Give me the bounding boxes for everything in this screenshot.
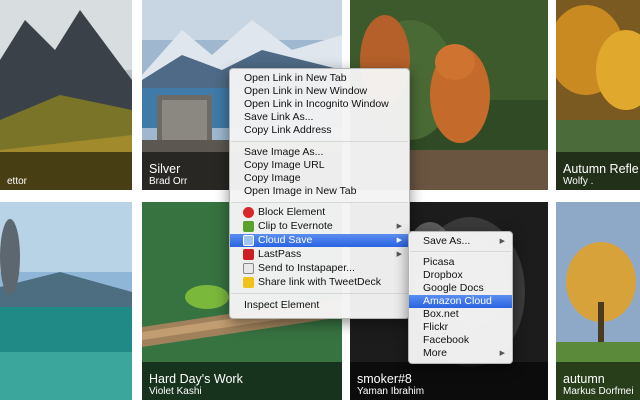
- service-picasa[interactable]: Picasa: [409, 256, 512, 269]
- save-link-as[interactable]: Save Link As...: [230, 111, 409, 124]
- service-facebook[interactable]: Facebook: [409, 334, 512, 347]
- save-as-label: Save As...: [423, 235, 471, 247]
- copy-image[interactable]: Copy Image: [230, 172, 409, 185]
- photo-tile[interactable]: [0, 202, 132, 400]
- save-as-item[interactable]: Save As... ▶: [409, 235, 512, 248]
- instapaper-icon: [243, 263, 254, 274]
- submenu-arrow-icon: ▶: [499, 350, 505, 357]
- tile-author: ettor: [7, 176, 28, 187]
- photo-tile[interactable]: Autumn Refle Wolfy .: [556, 0, 640, 190]
- tile-title: Silver: [149, 162, 181, 176]
- lastpass-icon: [243, 249, 254, 260]
- submenu-arrow-icon: ▶: [396, 251, 402, 258]
- tile-caption: smoker#8 Yaman Ibrahim: [350, 362, 548, 400]
- lastpass-label: LastPass: [258, 248, 302, 260]
- share-tweetdeck[interactable]: Share link with TweetDeck: [230, 276, 409, 289]
- open-link-incognito[interactable]: Open Link in Incognito Window: [230, 98, 409, 111]
- cloud-save-icon: [243, 235, 254, 246]
- tile-author: Brad Orr: [149, 176, 188, 187]
- menu-separator: [410, 251, 511, 252]
- inspect-element[interactable]: Inspect Element: [230, 299, 409, 312]
- submenu-arrow-icon: ▶: [396, 223, 402, 230]
- tile-title: smoker#8: [357, 372, 412, 386]
- copy-link-address[interactable]: Copy Link Address: [230, 124, 409, 137]
- tile-author: Yaman Ibrahim: [357, 386, 425, 397]
- copy-image-url[interactable]: Copy Image URL: [230, 159, 409, 172]
- open-link-new-window[interactable]: Open Link in New Window: [230, 85, 409, 98]
- block-element-label: Block Element: [258, 206, 326, 218]
- tile-title: Autumn Refle: [563, 162, 639, 176]
- lastpass[interactable]: LastPass ▶: [230, 248, 409, 261]
- menu-separator: [231, 202, 408, 203]
- tile-caption: Autumn Refle Wolfy .: [556, 152, 640, 190]
- send-to-instapaper[interactable]: Send to Instapaper...: [230, 262, 409, 275]
- cloud-save[interactable]: Cloud Save ▶: [230, 234, 409, 247]
- save-image-as[interactable]: Save Image As...: [230, 146, 409, 159]
- service-amazon-cloud[interactable]: Amazon Cloud: [409, 295, 512, 308]
- send-to-instapaper-label: Send to Instapaper...: [258, 262, 355, 274]
- menu-separator: [231, 141, 408, 142]
- tweetdeck-icon: [243, 277, 254, 288]
- service-flickr[interactable]: Flickr: [409, 321, 512, 334]
- service-dropbox[interactable]: Dropbox: [409, 269, 512, 282]
- photo-tile[interactable]: ettor: [0, 0, 132, 190]
- photo-tile[interactable]: autumn Markus Dorfmei: [556, 202, 640, 400]
- tile-author: Wolfy .: [563, 176, 594, 187]
- more-item[interactable]: More ▶: [409, 347, 512, 360]
- tile-caption: Hard Day's Work Violet Kashi: [142, 362, 342, 400]
- menu-separator: [231, 293, 408, 294]
- cloud-save-submenu: Save As... ▶ Picasa Dropbox Google Docs …: [408, 231, 513, 364]
- submenu-arrow-icon: ▶: [396, 237, 402, 244]
- dolphin-photo: [0, 202, 132, 400]
- service-box-net[interactable]: Box.net: [409, 308, 512, 321]
- tile-title: Hard Day's Work: [149, 372, 243, 386]
- clip-to-evernote-label: Clip to Evernote: [258, 220, 333, 232]
- service-google-docs[interactable]: Google Docs: [409, 282, 512, 295]
- open-image-new-tab[interactable]: Open Image in New Tab: [230, 185, 409, 198]
- adblock-icon: [243, 207, 254, 218]
- share-tweetdeck-label: Share link with TweetDeck: [258, 276, 381, 288]
- context-menu: Open Link in New Tab Open Link in New Wi…: [229, 68, 410, 319]
- tile-caption: ettor: [0, 152, 132, 190]
- more-label: More: [423, 347, 447, 359]
- tile-caption: autumn Markus Dorfmei: [556, 362, 640, 400]
- clip-to-evernote[interactable]: Clip to Evernote ▶: [230, 220, 409, 233]
- evernote-icon: [243, 221, 254, 232]
- tile-author: Violet Kashi: [149, 386, 202, 397]
- submenu-arrow-icon: ▶: [499, 238, 505, 245]
- open-link-new-tab[interactable]: Open Link in New Tab: [230, 72, 409, 85]
- tile-title: autumn: [563, 372, 605, 386]
- cloud-save-label: Cloud Save: [258, 234, 313, 246]
- block-element[interactable]: Block Element: [230, 206, 409, 219]
- tile-author: Markus Dorfmei: [563, 386, 634, 397]
